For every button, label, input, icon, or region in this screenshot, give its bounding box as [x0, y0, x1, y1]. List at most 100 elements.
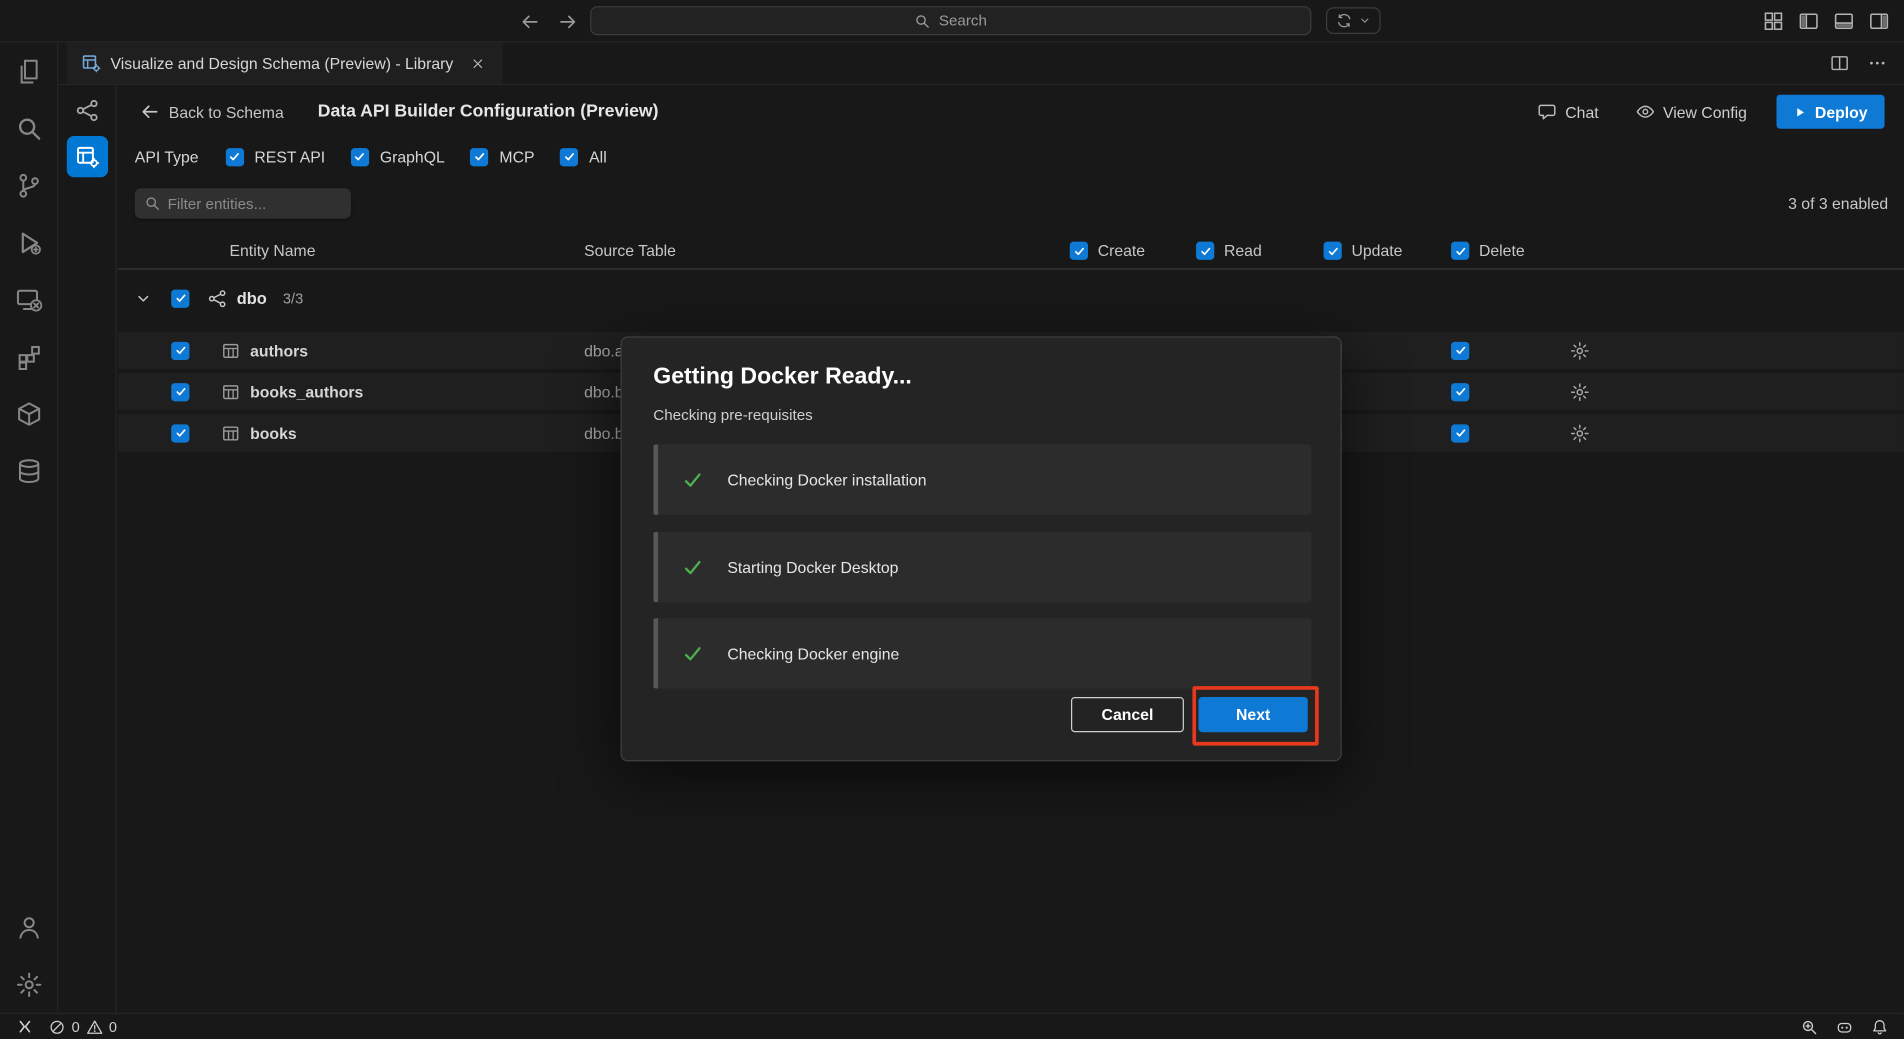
- schema-tools-bar: [58, 85, 116, 1013]
- col-entity-name: Entity Name: [229, 232, 315, 270]
- zoom-indicator[interactable]: [1801, 1018, 1818, 1035]
- nav-back-icon[interactable]: [520, 12, 539, 31]
- checkbox-rest-api[interactable]: REST API: [225, 148, 325, 166]
- search-sidebar-icon[interactable]: [0, 100, 58, 157]
- run-and-debug-icon[interactable]: [0, 214, 58, 271]
- tab-visualize-schema[interactable]: Visualize and Design Schema (Preview) - …: [67, 42, 503, 83]
- dialog-actions: Cancel Next: [1071, 697, 1308, 732]
- copilot-icon: [1836, 1018, 1853, 1035]
- tab-close-icon[interactable]: [468, 53, 489, 74]
- activity-bar: [0, 42, 58, 1012]
- nav-forward-icon[interactable]: [559, 12, 578, 31]
- page-title: Data API Builder Configuration (Preview): [318, 102, 659, 121]
- cancel-button[interactable]: Cancel: [1071, 697, 1184, 732]
- explorer-icon[interactable]: [0, 42, 58, 99]
- step-success-icon: [682, 469, 703, 490]
- customize-layout-icon[interactable]: [1763, 11, 1784, 32]
- schema-designer-tab-icon: [81, 53, 100, 72]
- step-docker-engine: Checking Docker engine: [653, 618, 1311, 688]
- warning-count: 0: [109, 1018, 117, 1035]
- tab-title: Visualize and Design Schema (Preview) - …: [110, 54, 453, 72]
- delete-checkbox[interactable]: [1451, 424, 1469, 442]
- containers-icon[interactable]: [0, 385, 58, 442]
- row-checkbox[interactable]: [171, 382, 189, 400]
- rest-api-checkbox[interactable]: [225, 148, 243, 166]
- filter-entities-input[interactable]: [168, 195, 342, 212]
- database-icon[interactable]: [0, 442, 58, 499]
- error-count: 0: [72, 1018, 80, 1035]
- next-button[interactable]: Next: [1198, 697, 1307, 732]
- account-icon[interactable]: [0, 899, 58, 956]
- row-settings-icon[interactable]: [1570, 382, 1589, 401]
- col-create: Create: [1070, 232, 1145, 270]
- group-expand-chevron-icon[interactable]: [135, 290, 152, 307]
- source-control-icon[interactable]: [0, 157, 58, 214]
- problems-indicator[interactable]: 0 0: [49, 1018, 117, 1035]
- chevron-down-icon: [1359, 15, 1371, 27]
- delete-all-checkbox[interactable]: [1451, 242, 1469, 260]
- vscode-window: Search Visualize and Design Schema (Prev…: [0, 0, 1904, 1039]
- toggle-sidebar-right-icon[interactable]: [1869, 11, 1890, 32]
- dab-config-icon[interactable]: [66, 136, 107, 177]
- checkbox-graphql[interactable]: GraphQL: [351, 148, 445, 166]
- all-checkbox[interactable]: [560, 148, 578, 166]
- more-actions-icon[interactable]: [1868, 53, 1887, 72]
- toggle-panel-icon[interactable]: [1834, 11, 1855, 32]
- col-source-table: Source Table: [584, 232, 676, 270]
- group-name: dbo: [237, 289, 267, 307]
- back-arrow-icon: [140, 102, 159, 121]
- checkbox-mcp[interactable]: MCP: [470, 148, 534, 166]
- schema-visualize-icon[interactable]: [66, 90, 107, 131]
- remote-indicator[interactable]: [16, 1018, 34, 1036]
- checkbox-all[interactable]: All: [560, 148, 607, 166]
- entity-table-icon: [221, 341, 240, 360]
- dialog-title: Getting Docker Ready...: [653, 364, 912, 391]
- sync-icon: [1336, 12, 1353, 29]
- row-settings-icon[interactable]: [1570, 341, 1589, 360]
- chat-icon: [1537, 102, 1556, 121]
- search-bar[interactable]: Search: [590, 6, 1311, 35]
- zoom-icon: [1801, 1018, 1818, 1035]
- title-bar: Search: [0, 0, 1904, 42]
- remote-explorer-icon[interactable]: [0, 271, 58, 328]
- row-settings-icon[interactable]: [1570, 423, 1589, 442]
- enabled-summary: 3 of 3 enabled: [1788, 194, 1888, 212]
- search-placeholder: Search: [939, 12, 987, 29]
- mcp-checkbox[interactable]: [470, 148, 488, 166]
- graphql-checkbox[interactable]: [351, 148, 369, 166]
- create-all-checkbox[interactable]: [1070, 242, 1088, 260]
- history-nav: [520, 0, 578, 42]
- status-bar: 0 0: [0, 1013, 1904, 1039]
- delete-checkbox[interactable]: [1451, 382, 1469, 400]
- chat-button[interactable]: Chat: [1537, 102, 1598, 121]
- notifications-bell[interactable]: [1871, 1018, 1888, 1035]
- table-header: Entity Name Source Table Create Read Upd…: [118, 232, 1904, 270]
- row-checkbox[interactable]: [171, 341, 189, 359]
- schema-group-row[interactable]: dbo 3/3: [118, 278, 1904, 318]
- extensions-icon[interactable]: [0, 328, 58, 385]
- col-delete: Delete: [1451, 232, 1525, 270]
- back-to-schema-button[interactable]: Back to Schema: [140, 102, 284, 121]
- session-actions-button[interactable]: [1326, 7, 1381, 34]
- delete-checkbox[interactable]: [1451, 341, 1469, 359]
- split-editor-icon[interactable]: [1830, 53, 1849, 72]
- deploy-button[interactable]: Deploy: [1776, 95, 1884, 129]
- toggle-sidebar-left-icon[interactable]: [1798, 11, 1819, 32]
- bell-icon: [1871, 1018, 1888, 1035]
- view-config-button[interactable]: View Config: [1635, 102, 1747, 121]
- step-docker-installation: Checking Docker installation: [653, 444, 1311, 514]
- settings-gear-icon[interactable]: [0, 956, 58, 1013]
- step-success-icon: [682, 643, 703, 664]
- filter-entities-box: [135, 188, 351, 218]
- update-all-checkbox[interactable]: [1324, 242, 1342, 260]
- api-type-label: API Type: [135, 148, 199, 166]
- error-icon: [49, 1018, 66, 1035]
- copilot-status[interactable]: [1836, 1018, 1853, 1035]
- group-checkbox[interactable]: [171, 289, 189, 307]
- read-all-checkbox[interactable]: [1196, 242, 1214, 260]
- deploy-play-icon: [1793, 105, 1806, 118]
- row-checkbox[interactable]: [171, 424, 189, 442]
- titlebar-layout-controls: [1763, 0, 1889, 42]
- warning-icon: [86, 1018, 103, 1035]
- group-count: 3/3: [283, 290, 303, 307]
